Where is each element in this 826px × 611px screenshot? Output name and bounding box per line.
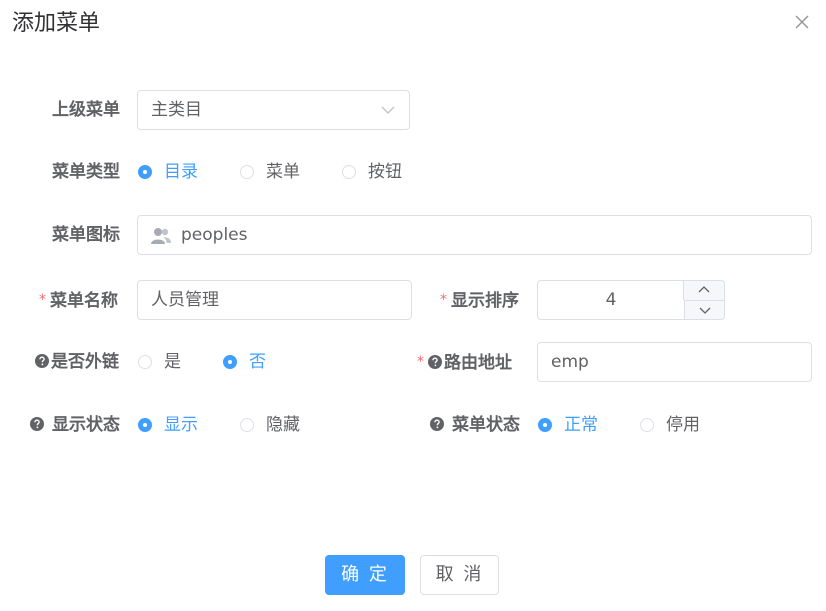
menu-icon-label: 菜单图标 <box>52 225 120 245</box>
increase-button[interactable] <box>683 281 724 300</box>
menu-name-label: * 菜单名称 <box>39 285 118 315</box>
chevron-down-icon <box>381 106 395 114</box>
people-icon <box>151 228 171 244</box>
is-external-label: 是否外链 <box>35 347 119 377</box>
menu-name-label-text: 菜单名称 <box>50 291 118 311</box>
visible-radio-hide[interactable]: 隐藏 <box>240 410 300 440</box>
route-path-input[interactable]: emp <box>537 342 812 382</box>
status-radio-normal[interactable]: 正常 <box>538 410 598 440</box>
visible-label-text: 显示状态 <box>52 415 120 435</box>
menu-type-radio-menu[interactable]: 菜单 <box>240 157 300 187</box>
sort-order-label-text: 显示排序 <box>451 291 519 311</box>
is-external-radio-no[interactable]: 否 <box>223 347 266 377</box>
question-circle-icon[interactable] <box>430 417 444 431</box>
status-label-text: 菜单状态 <box>452 415 520 435</box>
sort-order-stepper[interactable]: 4 <box>537 280 725 320</box>
radio-dot <box>538 418 552 432</box>
menu-name-input[interactable]: 人员管理 <box>137 280 412 320</box>
cancel-button[interactable]: 取 消 <box>420 555 499 595</box>
radio-label: 目录 <box>164 162 198 182</box>
menu-name-value: 人员管理 <box>151 290 219 310</box>
question-circle-icon[interactable] <box>35 354 49 368</box>
radio-dot <box>138 418 152 432</box>
confirm-button[interactable]: 确 定 <box>325 555 405 595</box>
sort-order-label: * 显示排序 <box>440 285 519 315</box>
radio-label: 菜单 <box>266 162 300 182</box>
menu-icon-input[interactable]: peoples <box>137 215 812 255</box>
required-mark: * <box>417 354 424 370</box>
close-icon <box>795 15 809 29</box>
question-circle-icon[interactable] <box>428 355 442 369</box>
radio-dot <box>640 418 654 432</box>
menu-type-label: 菜单类型 <box>52 162 120 182</box>
radio-label: 显示 <box>164 415 198 435</box>
status-radio-disabled[interactable]: 停用 <box>640 410 700 440</box>
radio-dot <box>138 165 152 179</box>
is-external-radio-yes[interactable]: 是 <box>138 347 181 377</box>
radio-label: 按钮 <box>368 162 402 182</box>
radio-dot <box>240 418 254 432</box>
menu-icon-value: peoples <box>181 225 248 245</box>
route-path-label-text: 路由地址 <box>444 353 512 373</box>
radio-dot <box>138 355 152 369</box>
parent-menu-label: 上级菜单 <box>52 100 120 120</box>
route-path-value: emp <box>551 352 589 372</box>
radio-dot <box>223 355 237 369</box>
decrease-button[interactable] <box>684 300 724 319</box>
chevron-down-icon <box>699 307 711 314</box>
radio-label: 停用 <box>666 415 700 435</box>
radio-label: 隐藏 <box>266 415 300 435</box>
question-circle-icon[interactable] <box>30 417 44 431</box>
menu-type-radio-button[interactable]: 按钮 <box>342 157 402 187</box>
chevron-up-icon <box>698 286 710 293</box>
required-mark: * <box>440 292 447 308</box>
status-label: 菜单状态 <box>430 410 520 440</box>
is-external-label-text: 是否外链 <box>51 352 119 372</box>
visible-radio-show[interactable]: 显示 <box>138 410 198 440</box>
radio-dot <box>240 165 254 179</box>
visible-label: 显示状态 <box>30 410 120 440</box>
menu-type-radio-directory[interactable]: 目录 <box>138 157 198 187</box>
radio-label: 否 <box>249 352 266 372</box>
route-path-label: * 路由地址 <box>417 347 512 377</box>
close-button[interactable] <box>794 14 810 30</box>
required-mark: * <box>39 292 46 308</box>
radio-dot <box>342 165 356 179</box>
parent-menu-select[interactable]: 主类目 <box>137 90 410 130</box>
radio-label: 正常 <box>564 415 598 435</box>
dialog-title: 添加菜单 <box>12 11 101 36</box>
sort-order-value[interactable]: 4 <box>538 281 684 319</box>
radio-label: 是 <box>164 352 181 372</box>
parent-menu-value: 主类目 <box>151 100 202 120</box>
